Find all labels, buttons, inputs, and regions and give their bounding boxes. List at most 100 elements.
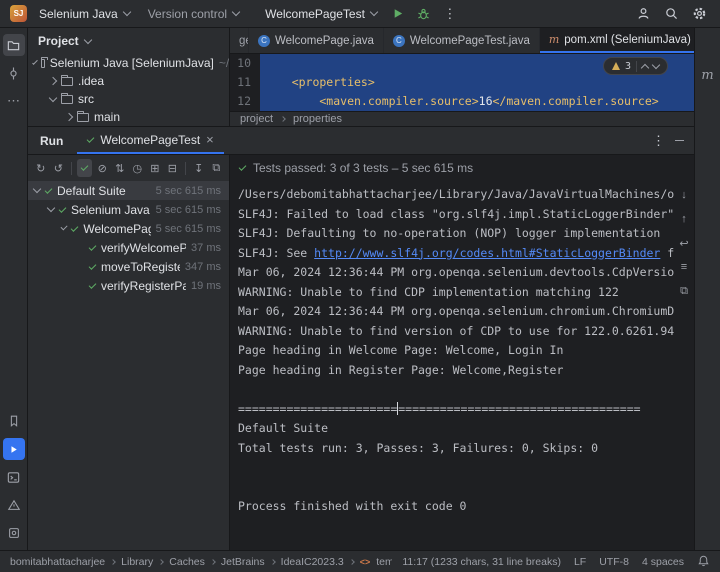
rerun-failed-tests-icon[interactable]: ↺ (51, 159, 67, 177)
tab-ge-java[interactable]: ge.java (230, 28, 249, 53)
search-everywhere-button[interactable] (660, 3, 682, 25)
debug-button[interactable] (413, 3, 435, 25)
inspections-widget[interactable]: 3 (602, 57, 668, 75)
top-row: Project Selenium Java [SeleniumJava] ~/I… (28, 28, 694, 126)
test-passed-icon (238, 163, 247, 171)
chevron-right-icon (158, 558, 165, 565)
services-toolwindow-button[interactable] (3, 522, 25, 544)
project-tree: Selenium Java [SeleniumJava] ~/IdeaProj … (28, 54, 229, 126)
run-button[interactable] (387, 3, 409, 25)
problems-toolwindow-button[interactable] (3, 494, 25, 516)
show-ignored-icon[interactable]: ⊘ (94, 159, 110, 177)
export-test-results-icon[interactable]: ⧉ (209, 159, 225, 177)
notifications-button[interactable] (697, 554, 710, 570)
console-output[interactable]: /Users/debomitabhattacharjee/Library/Jav… (230, 181, 674, 550)
chevron-down-icon (32, 58, 38, 65)
test-tree-item-verifywelcomepageheading[interactable]: verifyWelcomePageHeadi 37 ms (28, 238, 229, 257)
terminal-toolwindow-button[interactable] (3, 466, 25, 488)
caret-position-widget[interactable]: 11:17 (1233 chars, 31 line breaks) (402, 556, 561, 568)
project-tree-item-root[interactable]: Selenium Java [SeleniumJava] ~/IdeaProj (28, 54, 229, 72)
breadcrumb-item[interactable]: project (240, 113, 273, 125)
run-tab-welcomepagetest[interactable]: WelcomePageTest (77, 127, 224, 154)
rerun-tests-icon[interactable]: ↻ (33, 159, 49, 177)
tab-welcomepagetest-java[interactable]: C WelcomePageTest.java (384, 28, 540, 53)
test-duration: 347 ms (184, 260, 221, 273)
test-passed-icon (86, 134, 95, 143)
project-tree-item-main[interactable]: main (28, 108, 229, 126)
titlebar-left: SJ Selenium Java Version control (10, 4, 259, 24)
commit-toolwindow-button[interactable] (3, 62, 25, 84)
test-passed-icon (44, 185, 53, 194)
breadcrumb-item[interactable]: properties (293, 113, 342, 125)
print-icon[interactable]: ⧉ (676, 283, 692, 299)
test-duration: 5 sec 615 ms (155, 222, 221, 235)
show-passed-icon[interactable] (76, 159, 93, 177)
code-line: 12 <maven.compiler.source>16</maven.comp… (230, 92, 694, 111)
tab-label: WelcomePage.java (275, 34, 374, 47)
expand-all-icon[interactable]: ⊞ (147, 159, 163, 177)
titlebar-right (461, 3, 710, 25)
sort-alphabetically-icon[interactable]: ⇅ (112, 159, 128, 177)
run-icon (11, 445, 17, 453)
vcs-menu[interactable]: Version control (142, 4, 245, 24)
project-logo: SJ (10, 5, 27, 22)
test-tree: Default Suite 5 sec 615 ms Selenium Java… (28, 181, 229, 550)
chevron-down-icon (122, 7, 131, 17)
folder-icon (40, 56, 48, 68)
project-tree-item-src[interactable]: src (28, 90, 229, 108)
collapse-all-icon[interactable]: ⊟ (165, 159, 181, 177)
prev-problem-icon[interactable] (640, 63, 650, 72)
scroll-to-end-icon[interactable]: ↓ (676, 187, 692, 203)
maven-toolwindow-button[interactable]: m (697, 64, 719, 86)
test-tree-item-default-suite[interactable]: Default Suite 5 sec 615 ms (28, 181, 229, 200)
chevron-right-icon (348, 558, 355, 565)
folder-icon (61, 74, 73, 86)
test-tree-item-movetoregisterpage[interactable]: moveToRegisterPage 347 ms (28, 257, 229, 276)
console-line: Mar 06, 2024 12:36:44 PM org.openqa.sele… (238, 265, 674, 279)
tab-welcomepage-java[interactable]: C WelcomePage.java (249, 28, 384, 53)
test-tree-item-selenium-java[interactable]: Selenium Java 5 sec 615 ms (28, 200, 229, 219)
next-problem-icon[interactable] (651, 60, 661, 69)
test-duration: 19 ms (191, 279, 221, 292)
path-segment: Caches (169, 555, 205, 568)
run-toolwindow-button[interactable] (2, 438, 25, 460)
line-separator-widget[interactable]: LF (574, 556, 586, 568)
test-tree-item-welcomepagetest[interactable]: WelcomePageTest 5 sec 615 ms (28, 219, 229, 238)
project-toolwindow-button[interactable] (2, 34, 25, 56)
scroll-up-icon[interactable]: ↑ (676, 211, 692, 227)
project-tree-item-idea[interactable]: .idea (28, 72, 229, 90)
soft-wrap-icon[interactable]: ↩ (676, 235, 692, 251)
warning-icon (611, 62, 620, 70)
test-tree-item-verifyregisterpageheading[interactable]: verifyRegisterPageHeadin 19 ms (28, 276, 229, 295)
encoding-widget[interactable]: UTF-8 (599, 556, 629, 568)
settings-button[interactable] (688, 3, 710, 25)
indent-widget[interactable]: 4 spaces (642, 556, 684, 568)
console-line: Total tests run: 3, Passes: 3, Failures:… (238, 440, 599, 455)
project-panel-header[interactable]: Project (28, 28, 229, 54)
console-link[interactable]: http://www.slf4j.org/codes.html#StaticLo… (314, 246, 660, 260)
more-toolwindows-button[interactable] (3, 90, 25, 112)
sort-by-duration-icon[interactable]: ◷ (130, 159, 146, 177)
console-panel: Tests passed: 3 of 3 tests – 5 sec 615 m… (230, 155, 694, 550)
tab-pom-xml[interactable]: m pom.xml (SeleniumJava) (539, 28, 694, 53)
project-menu[interactable]: Selenium Java (33, 4, 136, 24)
test-name: verifyRegisterPageHeadin (101, 278, 186, 293)
run-panel-title: Run (40, 133, 64, 148)
close-icon[interactable] (206, 133, 214, 147)
user-account-button[interactable] (632, 3, 654, 25)
file-path-breadcrumb[interactable]: bomitabhattacharjee Library Caches JetBr… (10, 556, 392, 568)
bookmarks-toolwindow-button[interactable] (3, 410, 25, 432)
content-column: Project Selenium Java [SeleniumJava] ~/I… (28, 28, 694, 550)
test-history-icon[interactable]: ↧ (191, 159, 207, 177)
tree-item-label: main (94, 110, 121, 124)
path-segment: IdeaIC2023.3 (280, 555, 344, 568)
options-kebab-icon[interactable] (652, 133, 665, 149)
line-numbers-icon[interactable]: ≡ (676, 259, 692, 275)
hide-icon[interactable] (675, 139, 684, 142)
code-editor[interactable]: 10 11 <properties> 12 <maven.compiler.so… (230, 54, 694, 111)
test-name: moveToRegisterPage (101, 259, 180, 274)
run-config-selector[interactable]: WelcomePageTest (259, 4, 383, 24)
tree-item-label: Selenium Java [SeleniumJava] (49, 56, 214, 70)
tab-label: WelcomePageTest.java (409, 34, 530, 47)
more-run-actions-button[interactable] (439, 3, 461, 25)
